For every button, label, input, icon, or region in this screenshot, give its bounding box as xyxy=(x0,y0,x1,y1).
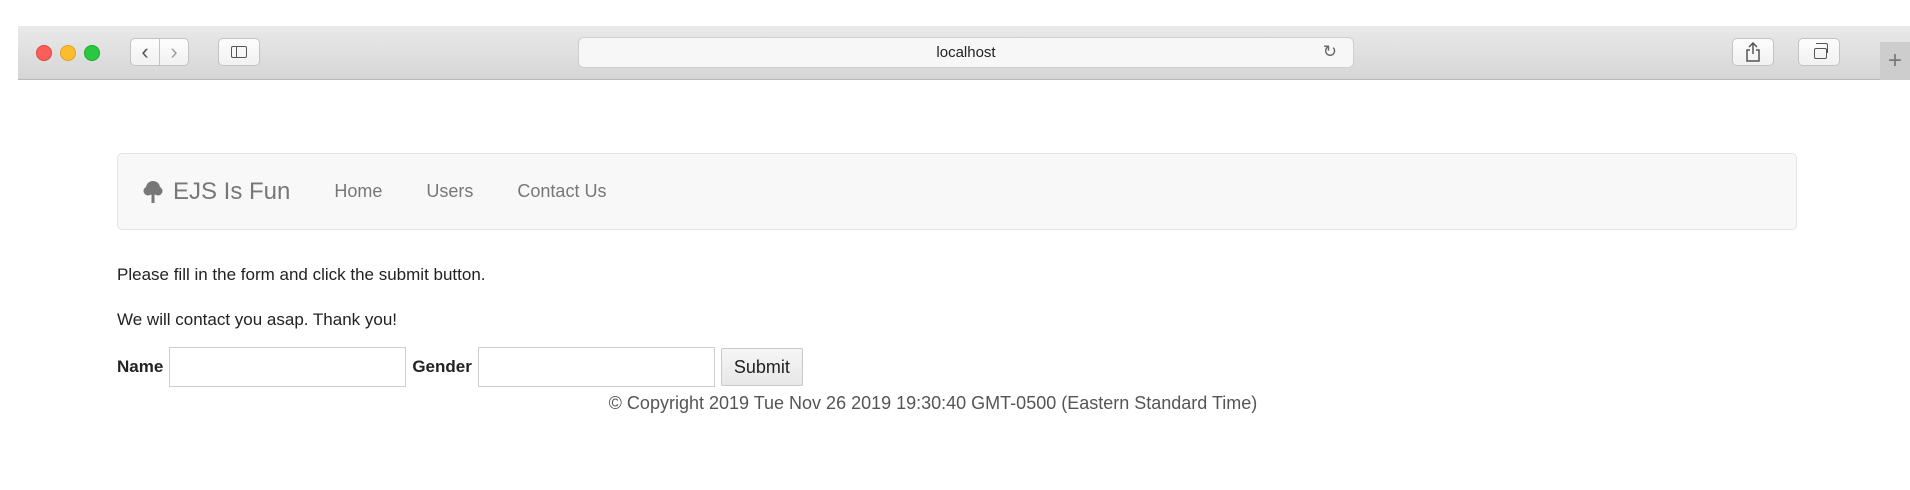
instruction-text: Please fill in the form and click the su… xyxy=(117,265,486,284)
sidebar-toggle-button[interactable] xyxy=(218,38,260,66)
contact-form: Name Gender Submit xyxy=(117,346,803,388)
brand-text: EJS Is Fun xyxy=(173,177,291,205)
zoom-window-button[interactable] xyxy=(84,45,100,61)
reload-icon[interactable]: ↻ xyxy=(1323,42,1337,62)
page: ‹ › localhost ↻ + EJS Is Fun Home Users … xyxy=(0,0,1910,490)
plus-icon: + xyxy=(1887,47,1902,74)
new-tab-button[interactable]: + xyxy=(1880,42,1910,80)
share-icon xyxy=(1746,42,1760,62)
copyright-text: © Copyright 2019 Tue Nov 26 2019 19:30:4… xyxy=(608,393,1258,413)
tree-icon xyxy=(143,180,163,203)
gender-input[interactable] xyxy=(477,347,715,387)
back-button[interactable]: ‹ xyxy=(130,38,160,66)
site-navbar: EJS Is Fun Home Users Contact Us xyxy=(117,153,1797,230)
url-text: localhost xyxy=(936,44,996,61)
address-bar[interactable]: localhost ↻ xyxy=(578,37,1354,68)
sidebar-icon xyxy=(231,46,247,58)
share-button[interactable] xyxy=(1732,38,1774,66)
nav-link-users[interactable]: Users xyxy=(426,181,473,202)
nav-link-contact-us[interactable]: Contact Us xyxy=(517,181,606,202)
name-input[interactable] xyxy=(169,347,407,387)
submit-button[interactable]: Submit xyxy=(720,348,803,386)
show-tabs-button[interactable] xyxy=(1798,38,1840,66)
tabs-icon xyxy=(1814,43,1828,59)
chevron-left-icon: ‹ xyxy=(141,39,149,64)
gender-label: Gender xyxy=(412,357,472,376)
forward-button[interactable]: › xyxy=(159,38,189,66)
nav-link-home[interactable]: Home xyxy=(334,181,382,202)
close-window-button[interactable] xyxy=(36,45,52,61)
chevron-right-icon: › xyxy=(170,39,178,64)
footer: © Copyright 2019 Tue Nov 26 2019 19:30:4… xyxy=(0,393,1910,414)
thank-you-text: We will contact you asap. Thank you! xyxy=(117,310,398,329)
navbar-brand[interactable]: EJS Is Fun xyxy=(143,178,290,206)
browser-toolbar: ‹ › localhost ↻ + xyxy=(18,26,1910,80)
name-label: Name xyxy=(117,357,164,376)
minimize-window-button[interactable] xyxy=(60,45,76,61)
